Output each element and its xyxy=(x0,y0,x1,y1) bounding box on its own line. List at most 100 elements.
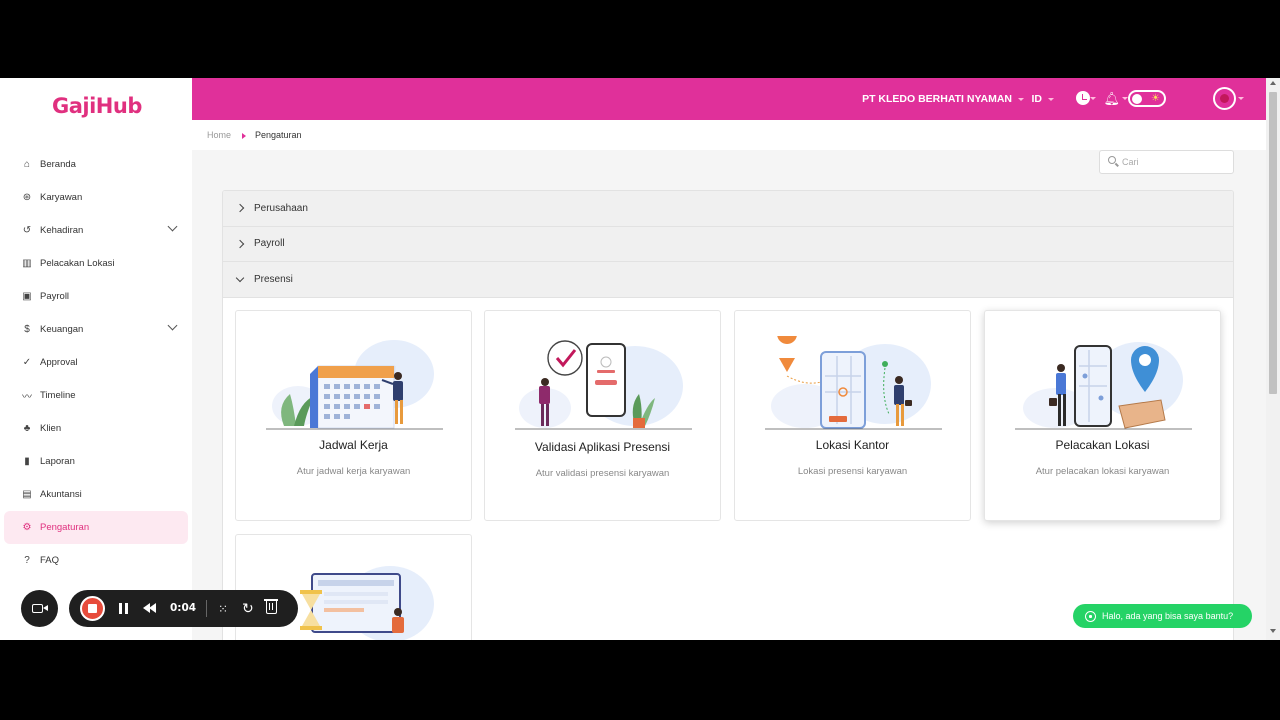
sidebar-item-akuntansi[interactable]: ▤ Akuntansi xyxy=(0,478,192,511)
card-title: Lokasi Kantor xyxy=(815,437,890,452)
grid-icon[interactable]: ⁙ xyxy=(218,602,228,616)
recording-timer: 0:04 xyxy=(170,602,197,614)
section-perusahaan[interactable]: Perusahaan xyxy=(223,191,1233,227)
caret-down-icon xyxy=(1238,97,1244,100)
section-presensi[interactable]: Presensi xyxy=(223,262,1233,298)
card-title: Validasi Aplikasi Presensi xyxy=(534,439,671,454)
letterbox-top xyxy=(0,0,1280,78)
caret-down-icon xyxy=(1048,97,1054,101)
gajihub-logo[interactable]: GajiHub xyxy=(52,94,142,118)
breadcrumb: Home Pengaturan xyxy=(192,120,1266,150)
map-phone-illustration xyxy=(765,335,942,429)
accounting-icon: ▤ xyxy=(22,489,32,500)
search-box xyxy=(1099,150,1234,174)
whatsapp-chat-button[interactable]: Halo, ada yang bisa saya bantu? xyxy=(1073,604,1252,628)
sun-icon: ☀ xyxy=(1151,93,1160,104)
video-camera-icon xyxy=(32,604,48,613)
sidebar-item-label: Laporan xyxy=(40,456,75,467)
whatsapp-icon xyxy=(1085,610,1096,622)
sidebar-item-keuangan[interactable]: $ Keuangan xyxy=(0,313,192,346)
scrollbar-thumb[interactable] xyxy=(1269,92,1277,394)
sidebar-item-label: Beranda xyxy=(40,159,76,170)
search-input[interactable] xyxy=(1122,155,1227,169)
section-label: Payroll xyxy=(254,238,285,250)
report-icon: ▮ xyxy=(24,456,30,467)
sidebar-item-label: Pengaturan xyxy=(40,522,90,533)
card-description: Atur pelacakan lokasi karyawan xyxy=(1035,465,1170,477)
chevron-down-icon xyxy=(167,221,178,232)
sidebar-item-label: Klien xyxy=(40,423,62,434)
section-label: Perusahaan xyxy=(254,202,308,214)
chat-label: Halo, ada yang bisa saya bantu? xyxy=(1102,611,1234,621)
card-title: Jadwal Kerja xyxy=(319,437,388,452)
attendance-icon: ↺ xyxy=(22,225,32,236)
trash-icon[interactable] xyxy=(264,599,278,614)
gear-icon: ⚙ xyxy=(22,522,32,533)
card-description: Atur validasi presensi karyawan xyxy=(535,467,670,479)
card-validasi-aplikasi-presensi[interactable]: Validasi Aplikasi Presensi Atur validasi… xyxy=(484,309,721,521)
sidebar-item-beranda[interactable]: ⌂ Beranda xyxy=(0,148,192,181)
card-lokasi-kantor[interactable]: Lokasi Kantor Lokasi presensi karyawan xyxy=(734,309,971,521)
sidebar-item-laporan[interactable]: ▮ Laporan xyxy=(0,445,192,478)
app-window: GajiHub ⌂ Beranda ⊛ Karyawan ↺ Kehadiran ▥ Pela… xyxy=(0,78,1280,640)
sidebar-item-label: Kehadiran xyxy=(40,225,84,236)
sidebar-item-label: Timeline xyxy=(40,390,76,401)
language-switcher[interactable]: ID xyxy=(1031,93,1054,105)
sidebar-item-label: Pelacakan Lokasi xyxy=(40,258,115,269)
settings-accordion: Perusahaan Payroll Presensi Jadwal Kerja… xyxy=(222,190,1234,640)
camera-toggle-button[interactable] xyxy=(21,590,58,627)
sidebar-item-kehadiran[interactable]: ↺ Kehadiran xyxy=(0,214,192,247)
avatar[interactable] xyxy=(1213,87,1236,110)
breadcrumb-current: Pengaturan xyxy=(255,130,302,140)
card-description: Lokasi presensi karyawan xyxy=(797,465,908,477)
chevron-right-icon xyxy=(235,204,245,213)
question-icon: ? xyxy=(24,555,30,566)
card-jadwal-kerja[interactable]: Jadwal Kerja Atur jadwal kerja karyawan xyxy=(235,309,472,521)
restart-icon[interactable]: ↻ xyxy=(242,600,254,617)
scroll-up-arrow-icon[interactable] xyxy=(1270,81,1276,85)
chevron-down-icon xyxy=(235,273,245,282)
company-name: PT KLEDO BERHATI NYAMAN xyxy=(862,93,1012,105)
map-icon: ▥ xyxy=(22,258,32,269)
top-header: PT KLEDO BERHATI NYAMAN ID 🔔︎ ☀ xyxy=(192,78,1266,120)
home-icon: ⌂ xyxy=(23,159,31,170)
sidebar-item-label: Payroll xyxy=(40,291,70,302)
phone-check-illustration xyxy=(515,339,692,429)
sidebar-item-label: Keuangan xyxy=(40,324,84,335)
company-switcher[interactable]: PT KLEDO BERHATI NYAMAN xyxy=(862,93,1024,105)
scroll-down-arrow-icon[interactable] xyxy=(1270,629,1276,633)
caret-down-icon xyxy=(1090,97,1096,100)
section-label: Presensi xyxy=(254,273,293,285)
caret-down-icon xyxy=(1018,97,1024,101)
bell-icon[interactable]: 🔔︎ xyxy=(1103,91,1120,107)
page-scrollbar[interactable] xyxy=(1266,78,1280,640)
rewind-icon[interactable] xyxy=(143,603,157,614)
sidebar-item-pelacakan-lokasi[interactable]: ▥ Pelacakan Lokasi xyxy=(0,247,192,280)
stop-recording-button[interactable] xyxy=(80,596,105,621)
sidebar-item-klien[interactable]: ♣ Klien xyxy=(0,412,192,445)
breadcrumb-separator-icon xyxy=(242,133,246,139)
employee-icon: ⊛ xyxy=(22,192,32,203)
breadcrumb-home[interactable]: Home xyxy=(207,130,231,140)
finance-icon: $ xyxy=(24,324,30,335)
client-icon: ♣ xyxy=(23,423,31,434)
sidebar-item-approval[interactable]: ✓ Approval xyxy=(0,346,192,379)
sidebar-item-payroll[interactable]: ▣ Payroll xyxy=(0,280,192,313)
toolbar-divider xyxy=(206,600,207,617)
sidebar: GajiHub ⌂ Beranda ⊛ Karyawan ↺ Kehadiran ▥ Pela… xyxy=(0,78,192,640)
sidebar-item-pengaturan[interactable]: ⚙ Pengaturan xyxy=(4,511,188,544)
clock-icon[interactable] xyxy=(1076,91,1090,105)
language-code: ID xyxy=(1031,93,1043,105)
sidebar-item-label: Approval xyxy=(40,357,78,368)
sidebar-item-timeline[interactable]: 〰 Timeline xyxy=(0,379,192,412)
recorder-toolbar: 0:04 ⁙ ↻ xyxy=(69,590,298,627)
pause-icon[interactable] xyxy=(119,603,128,614)
theme-toggle[interactable]: ☀ xyxy=(1128,90,1166,107)
section-payroll[interactable]: Payroll xyxy=(223,226,1233,262)
toggle-knob xyxy=(1132,93,1142,104)
sidebar-item-karyawan[interactable]: ⊛ Karyawan xyxy=(0,181,192,214)
presensi-panel: Jadwal Kerja Atur jadwal kerja karyawan xyxy=(223,297,1233,640)
timeline-icon: 〰 xyxy=(22,392,32,403)
sidebar-item-faq[interactable]: ? FAQ xyxy=(0,544,192,577)
card-pelacakan-lokasi[interactable]: Pelacakan Lokasi Atur pelacakan lokasi k… xyxy=(984,309,1221,521)
